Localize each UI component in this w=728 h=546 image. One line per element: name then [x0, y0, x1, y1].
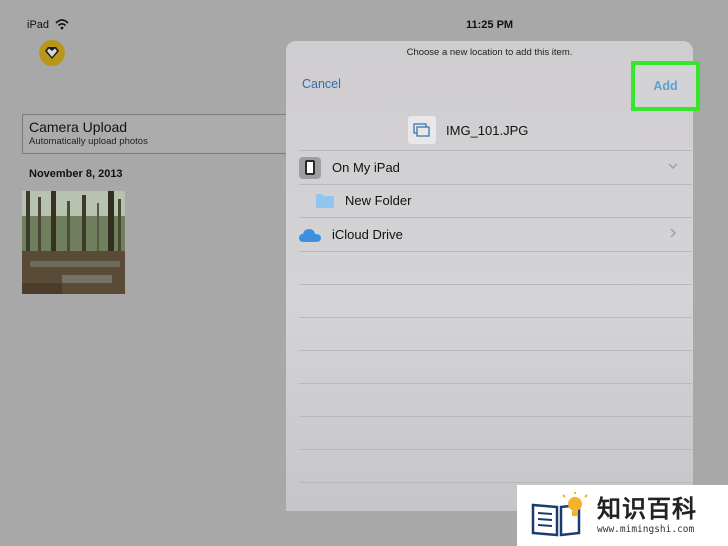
add-button-highlight: Add [631, 61, 700, 111]
divider [299, 284, 692, 285]
watermark-banner: 知识百科 www.mimingshi.com [517, 485, 728, 546]
divider [299, 383, 692, 384]
folder-icon [316, 193, 334, 208]
divider [299, 449, 692, 450]
selected-file: IMG_101.JPG [408, 116, 528, 144]
photo-thumbnail[interactable] [22, 191, 125, 294]
divider [299, 251, 692, 252]
image-file-icon [408, 116, 436, 144]
watermark-brand: 知识百科 [597, 496, 697, 523]
wifi-icon [55, 19, 69, 30]
diamond-app-icon[interactable] [39, 40, 65, 66]
file-name: IMG_101.JPG [446, 122, 529, 138]
icloud-icon [299, 228, 321, 242]
location-new-folder[interactable]: New Folder [299, 184, 692, 217]
status-device-name: iPad [27, 19, 50, 31]
camera-upload-subtitle: Automatically upload photos [29, 136, 148, 147]
cancel-button[interactable]: Cancel [302, 77, 341, 91]
add-button[interactable]: Add [635, 79, 696, 93]
photo-date-header: November 8, 2013 [29, 168, 123, 180]
chevron-down-icon[interactable] [668, 161, 678, 171]
book-lightbulb-logo [531, 491, 588, 536]
location-label: New Folder [345, 193, 412, 208]
divider [299, 416, 692, 417]
location-icloud-drive[interactable]: iCloud Drive [299, 218, 692, 251]
location-on-my-ipad[interactable]: On My iPad [299, 151, 692, 184]
ipad-icon [299, 156, 321, 179]
diamond-icon [45, 47, 59, 59]
watermark-url: www.mimingshi.com [597, 524, 695, 535]
divider [299, 482, 692, 483]
divider [299, 350, 692, 351]
chevron-right-icon[interactable] [668, 228, 678, 238]
divider [299, 317, 692, 318]
location-label: On My iPad [332, 160, 400, 175]
location-picker-sheet: Choose a new location to add this item. … [286, 41, 700, 511]
status-time: 11:25 PM [466, 19, 514, 31]
sheet-prompt: Choose a new location to add this item. [406, 47, 573, 58]
forest-photo-image [22, 191, 125, 294]
location-label: iCloud Drive [332, 227, 403, 242]
camera-upload-title: Camera Upload [29, 119, 128, 135]
